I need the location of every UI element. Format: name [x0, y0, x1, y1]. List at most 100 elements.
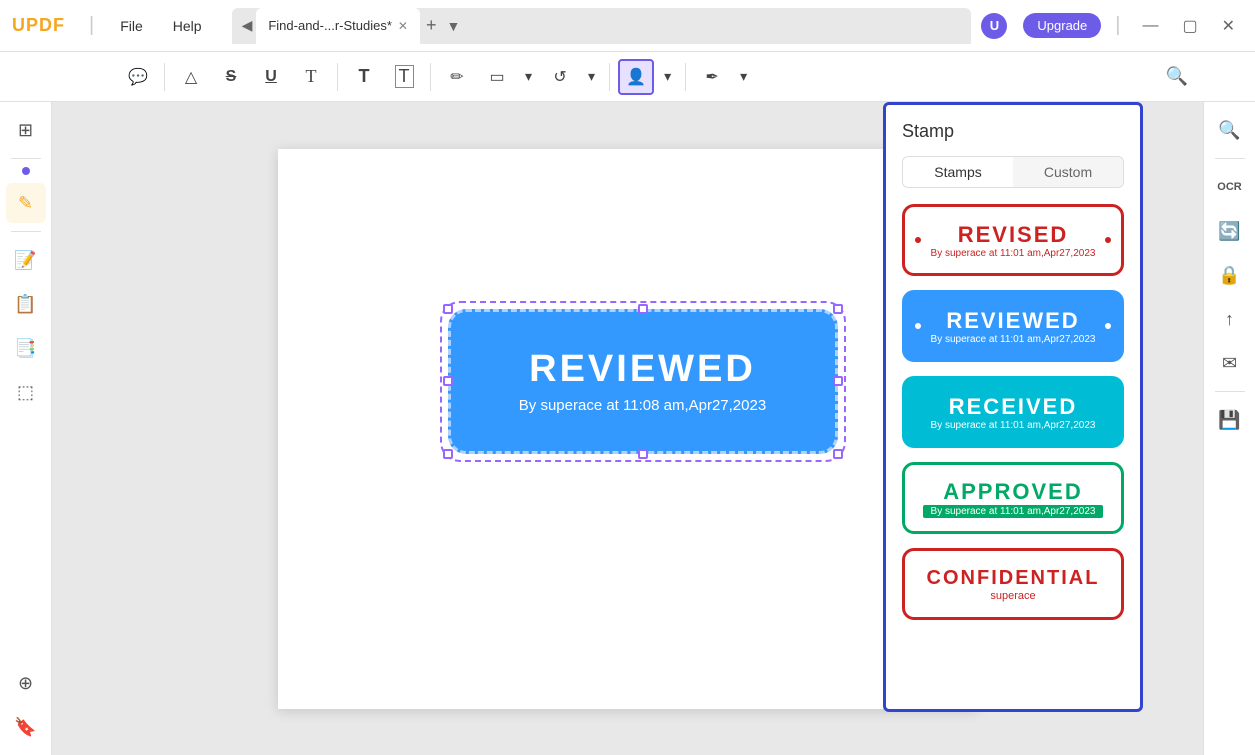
text3-tool-button[interactable]: T — [386, 59, 422, 95]
reviewed-dots-left — [915, 323, 921, 329]
right-email-icon: ✉ — [1222, 353, 1237, 374]
content-area: REVIEWED By superace at 11:08 am,Apr27,2… — [52, 102, 1203, 755]
right-ocr-icon: OCR — [1217, 181, 1241, 193]
toolbar-sep-5 — [685, 63, 686, 91]
menu-file[interactable]: File — [110, 14, 153, 38]
stamp-approved-sub: By superace at 11:01 am,Apr27,2023 — [923, 505, 1104, 518]
shape-tool-button[interactable]: ▭ — [479, 59, 515, 95]
stamp-main-subtitle: By superace at 11:08 am,Apr27,2023 — [519, 397, 766, 414]
right-save-icon: 💾 — [1218, 410, 1240, 431]
text-icon: T — [306, 66, 317, 87]
handle-bottom-left[interactable] — [443, 449, 453, 459]
stamp-confidential-sub: superace — [990, 590, 1035, 602]
underline-tool-button[interactable]: U — [253, 59, 289, 95]
right-sep-2 — [1215, 391, 1245, 392]
handle-bottom-right[interactable] — [833, 449, 843, 459]
handle-top-left[interactable] — [443, 304, 453, 314]
shape-icon: ▭ — [489, 67, 504, 87]
page-edit-icon: 📑 — [14, 338, 36, 359]
stamp-confidential-title: CONFIDENTIAL — [927, 567, 1100, 590]
eraser-tool-button[interactable]: ✏ — [439, 59, 475, 95]
right-ocr-button[interactable]: OCR — [1210, 167, 1250, 207]
stamp-reviewed-sub: By superace at 11:01 am,Apr27,2023 — [931, 334, 1096, 345]
stamp-panel: Stamp Stamps Custom REVISED By superace … — [883, 102, 1143, 712]
organize-icon: 📋 — [14, 294, 36, 315]
pen-tool-button[interactable]: ✒ — [694, 59, 730, 95]
rotate-tool-button[interactable]: ↺ — [542, 59, 578, 95]
titlebar: UPDF | File Help ◀ Find-and-...r-Studies… — [0, 0, 1255, 52]
sidebar-organize-button[interactable]: 📋 — [6, 284, 46, 324]
right-protect-button[interactable]: 🔒 — [1210, 255, 1250, 295]
close-button[interactable]: ✕ — [1214, 12, 1243, 40]
sidebar-compare-button[interactable]: ⬚ — [6, 372, 46, 412]
tab-active[interactable]: Find-and-...r-Studies* ✕ — [256, 8, 420, 44]
stamp-tool-button[interactable]: 👤 — [618, 59, 654, 95]
sidebar-layers-button[interactable]: ⊕ — [6, 663, 46, 703]
right-search-button[interactable]: 🔍 — [1210, 110, 1250, 150]
underline-icon: U — [265, 68, 277, 86]
stamp-approved-item[interactable]: APPROVED By superace at 11:01 am,Apr27,2… — [902, 462, 1124, 534]
stamp-confidential-item[interactable]: CONFIDENTIAL superace — [902, 548, 1124, 620]
sidebar-edit-button[interactable]: 📝 — [6, 240, 46, 280]
sidebar-pages-button[interactable]: ⊞ — [6, 110, 46, 150]
pen-icon: ✒ — [705, 67, 718, 87]
stamp-dropdown-button[interactable]: ▾ — [658, 64, 677, 89]
minimize-button[interactable]: — — [1134, 13, 1166, 39]
right-convert-button[interactable]: 🔄 — [1210, 211, 1250, 251]
sidebar-page-edit-button[interactable]: 📑 — [6, 328, 46, 368]
toolbar-sep-1 — [164, 63, 165, 91]
tab-custom[interactable]: Custom — [1013, 157, 1123, 187]
stamp-reviewed-item[interactable]: REVIEWED By superace at 11:01 am,Apr27,2… — [902, 290, 1124, 362]
tab-add-button[interactable]: + — [420, 15, 443, 36]
stamp-person-icon: 👤 — [626, 67, 646, 87]
toolbar-sep-3 — [430, 63, 431, 91]
handle-top-right[interactable] — [833, 304, 843, 314]
handle-top-middle[interactable] — [638, 304, 648, 314]
stamp-received-title: RECEIVED — [949, 394, 1077, 420]
rotate-dropdown-button[interactable]: ▾ — [582, 64, 601, 89]
comment-tool-button[interactable]: 💬 — [120, 59, 156, 95]
stamp-received-item[interactable]: RECEIVED By superace at 11:01 am,Apr27,2… — [902, 376, 1124, 448]
pen-dropdown-icon: ▾ — [740, 68, 747, 85]
strikethrough-tool-button[interactable]: S — [213, 59, 249, 95]
sidebar-annotate-button[interactable]: ✎ — [6, 183, 46, 223]
handle-middle-left[interactable] — [443, 376, 453, 386]
tab-back-arrow[interactable]: ◀ — [238, 17, 257, 34]
highlight-tool-button[interactable]: △ — [173, 59, 209, 95]
tab-stamps[interactable]: Stamps — [903, 157, 1013, 187]
text2-tool-button[interactable]: T — [346, 59, 382, 95]
right-email-button[interactable]: ✉ — [1210, 343, 1250, 383]
right-share-button[interactable]: ↑ — [1210, 299, 1250, 339]
placed-stamp[interactable]: REVIEWED By superace at 11:08 am,Apr27,2… — [448, 309, 838, 454]
sidebar-bottom: ⊕ 🔖 — [6, 663, 46, 747]
right-save-button[interactable]: 💾 — [1210, 400, 1250, 440]
pdf-page: REVIEWED By superace at 11:08 am,Apr27,2… — [278, 149, 978, 709]
sidebar-sep-2 — [11, 231, 41, 232]
sidebar-bookmark-button[interactable]: 🔖 — [6, 707, 46, 747]
pages-icon: ⊞ — [18, 120, 33, 141]
shape-dropdown-button[interactable]: ▾ — [519, 64, 538, 89]
tab-dropdown-button[interactable]: ▼ — [442, 18, 464, 34]
stamp-revised-sub: By superace at 11:01 am,Apr27,2023 — [931, 248, 1096, 259]
compare-icon: ⬚ — [17, 382, 34, 403]
title-sep: | — [89, 14, 94, 37]
user-avatar[interactable]: U — [981, 13, 1007, 39]
upgrade-button[interactable]: Upgrade — [1023, 13, 1101, 38]
text-tool-button[interactable]: T — [293, 59, 329, 95]
menu-help[interactable]: Help — [163, 14, 212, 38]
handle-middle-right[interactable] — [833, 376, 843, 386]
maximize-button[interactable]: ▢ — [1174, 12, 1205, 40]
handle-bottom-middle[interactable] — [638, 449, 648, 459]
win-sep: | — [1115, 14, 1120, 37]
toolbar: 💬 △ S U T T T ✏ ▭ ▾ ↺ ▾ 👤 ▾ ✒ ▾ — [0, 52, 1255, 102]
stamp-dropdown-icon: ▾ — [664, 68, 671, 85]
text2-icon: T — [359, 66, 370, 87]
left-sidebar: ⊞ ✎ 📝 📋 📑 ⬚ ⊕ 🔖 — [0, 102, 52, 755]
edit-icon: 📝 — [14, 250, 36, 271]
stamp-revised-item[interactable]: REVISED By superace at 11:01 am,Apr27,20… — [902, 204, 1124, 276]
search-button[interactable]: 🔍 — [1159, 59, 1195, 95]
layers-icon: ⊕ — [18, 673, 33, 694]
rotate-icon: ↺ — [553, 67, 566, 87]
tab-close-button[interactable]: ✕ — [398, 19, 408, 33]
pen-dropdown-button[interactable]: ▾ — [734, 64, 753, 89]
